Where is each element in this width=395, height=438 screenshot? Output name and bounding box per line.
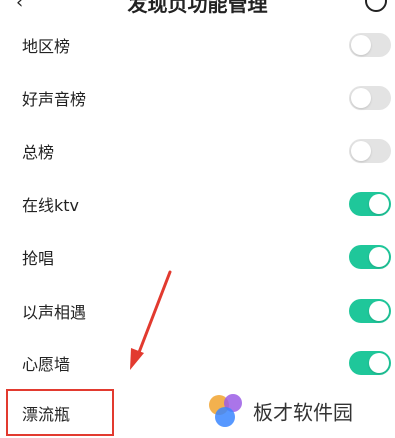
setting-row-online-ktv: 在线ktv <box>0 177 395 230</box>
header: ‹ 发现页功能管理 <box>0 0 395 14</box>
setting-label: 心愿墙 <box>22 354 71 374</box>
toggle-knob <box>351 140 371 161</box>
page-title: 发现页功能管理 <box>127 0 268 14</box>
setting-label: 好声音榜 <box>22 89 87 109</box>
toggle-switch[interactable] <box>349 191 391 216</box>
toggle-knob <box>369 246 389 267</box>
setting-label: 以声相遇 <box>22 302 87 322</box>
toggle-knob <box>351 34 371 55</box>
annotation-highlight-box <box>6 389 114 436</box>
toggle-switch[interactable] <box>349 298 391 323</box>
toggle-knob <box>351 87 371 108</box>
setting-label: 总榜 <box>22 142 55 162</box>
setting-row-overall-chart: 总榜 <box>0 124 395 177</box>
watermark-text: 板才软件园 <box>253 400 353 425</box>
toggle-knob <box>369 300 389 321</box>
setting-row-wish-wall: 心愿墙 <box>0 336 395 389</box>
toggle-switch[interactable] <box>349 244 391 269</box>
setting-row-region-chart: 地区榜 <box>0 18 395 71</box>
toggle-switch[interactable] <box>349 138 391 163</box>
toggle-knob <box>369 193 389 214</box>
setting-label: 抢唱 <box>22 248 55 268</box>
setting-label: 在线ktv <box>22 195 80 215</box>
watermark-logo-icon <box>209 394 242 427</box>
toggle-knob <box>369 352 389 373</box>
toggle-switch[interactable] <box>349 32 391 57</box>
setting-row-meet-by-voice: 以声相遇 <box>0 284 395 337</box>
toggle-switch[interactable] <box>349 85 391 110</box>
setting-row-grab-sing: 抢唱 <box>0 230 395 283</box>
setting-row-good-voice-chart: 好声音榜 <box>0 71 395 124</box>
toggle-switch[interactable] <box>349 350 391 375</box>
watermark: 板才软件园 <box>207 391 393 431</box>
setting-label: 地区榜 <box>22 36 71 56</box>
